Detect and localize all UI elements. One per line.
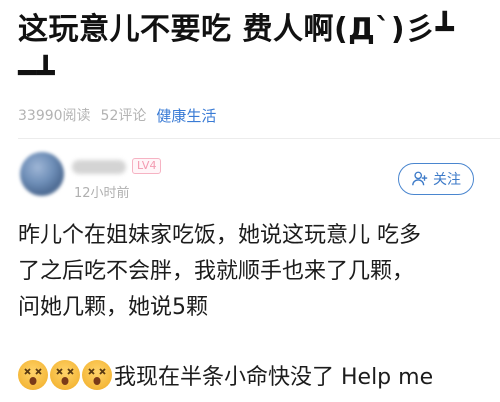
comment-last-line: 我现在半条小命快没了 Help me (18, 358, 433, 392)
category-link[interactable]: 健康生活 (156, 105, 216, 126)
dizzy-face-emoji-icon (18, 360, 48, 390)
comment-body: 昨儿个在姐妹家吃饭，她说这玩意儿 吃多 了之后吃不会胖，我就顺手也来了几颗， 问… (18, 218, 492, 326)
post-title-line-2: ━┻ (18, 56, 56, 91)
comment-line-1: 昨儿个在姐妹家吃饭，她说这玩意儿 吃多 (18, 223, 421, 248)
follow-label: 关注 (433, 172, 461, 188)
follow-button[interactable]: 关注 (398, 163, 474, 195)
comment-line-3: 问她几颗，她说5颗 (18, 295, 208, 320)
username-blurred[interactable] (72, 160, 126, 174)
read-count: 33990阅读 (18, 108, 91, 124)
comment-last-text: 我现在半条小命快没了 Help me (114, 365, 434, 390)
post-title: 这玩意儿不要吃 费人啊(Д`)彡┻ ━┻ (18, 8, 488, 96)
comment-line-2: 了之后吃不会胖，我就顺手也来了几颗， (18, 259, 415, 284)
comment-time: 12小时前 (74, 186, 130, 201)
level-badge: LV4 (132, 158, 162, 174)
comment-count[interactable]: 52评论 (101, 105, 147, 125)
divider (18, 138, 500, 139)
dizzy-face-emoji-icon (50, 360, 80, 390)
add-user-icon (412, 171, 428, 186)
dizzy-face-emoji-icon (82, 360, 112, 390)
post-title-line-1: 这玩意儿不要吃 费人啊(Д`)彡┻ (18, 12, 455, 47)
avatar[interactable] (20, 152, 64, 196)
post-meta: 33990阅读 52评论 健康生活 (18, 104, 216, 126)
